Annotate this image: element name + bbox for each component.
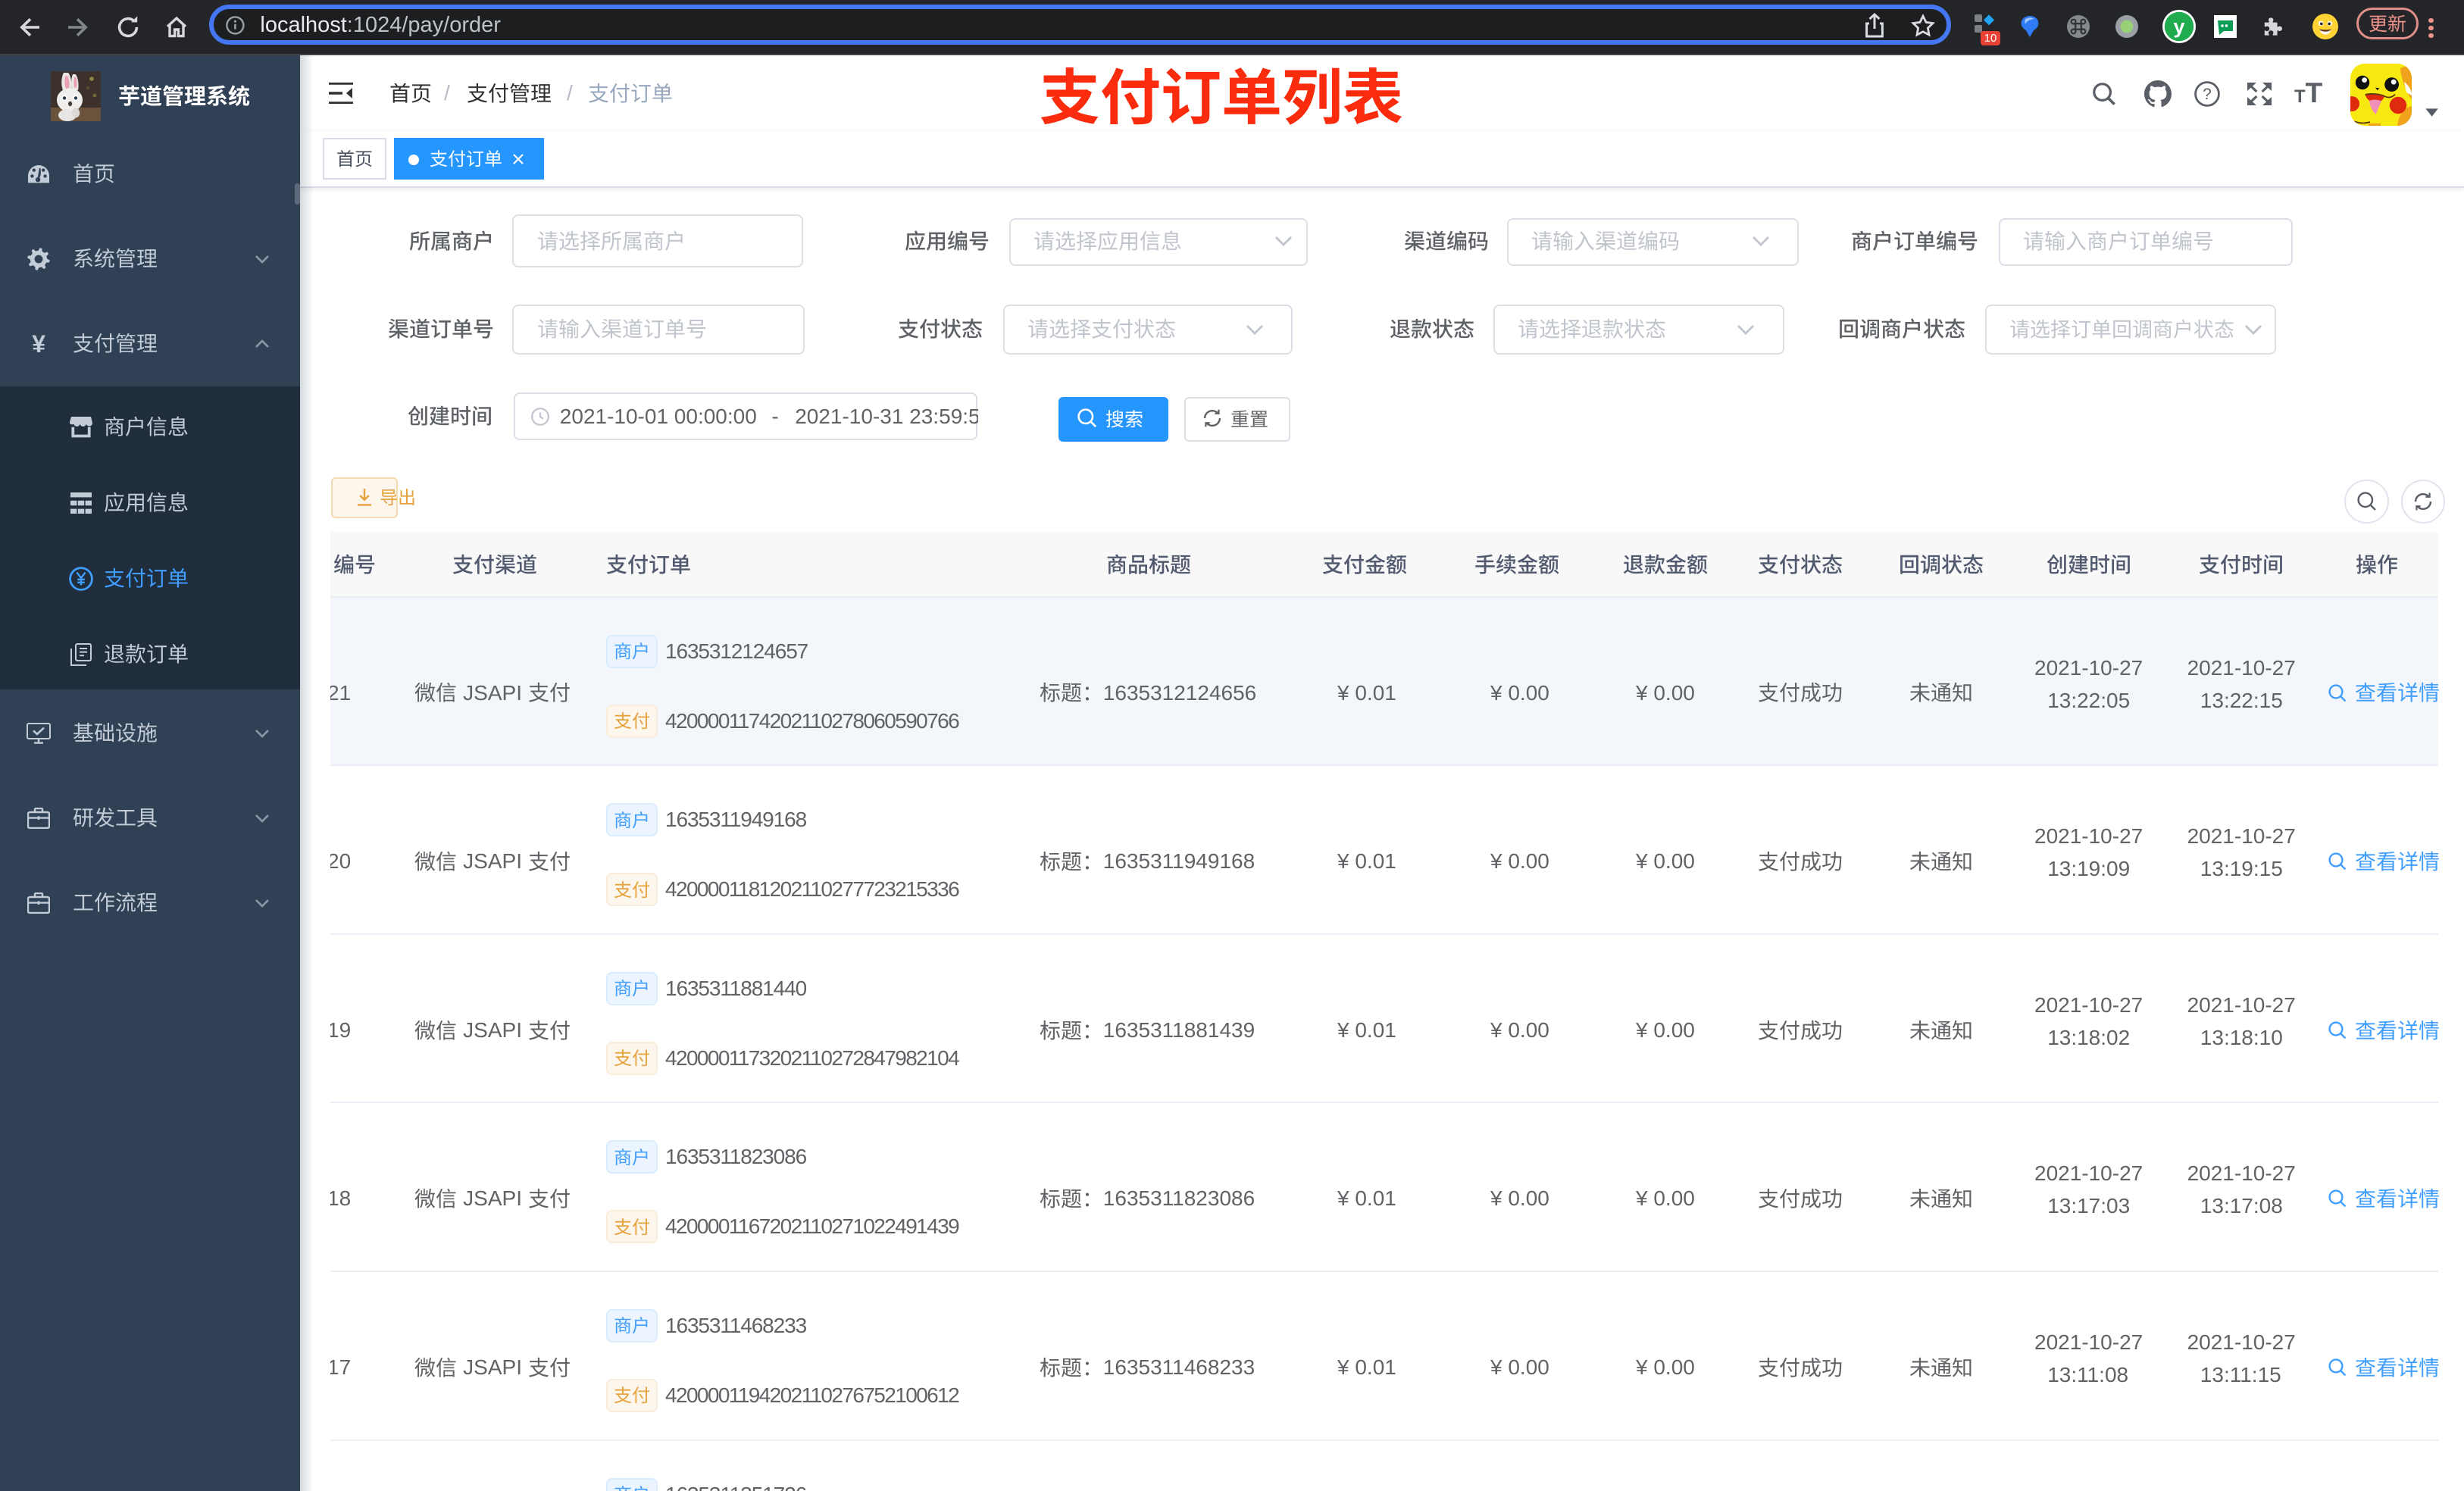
svg-text:y: y — [2173, 16, 2184, 39]
svg-text:?: ? — [2203, 86, 2212, 103]
